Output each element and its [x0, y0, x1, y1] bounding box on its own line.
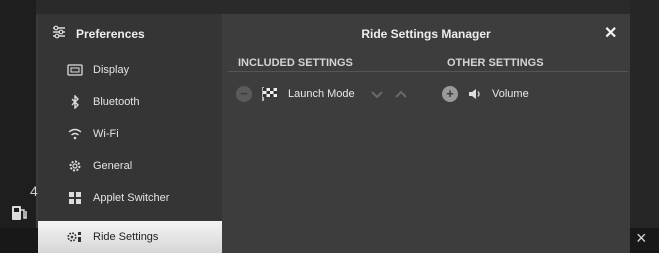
sidebar-item-wifi[interactable]: Wi-Fi	[38, 118, 222, 150]
other-settings-header: OTHER SETTINGS	[447, 57, 544, 69]
included-setting-label: Launch Mode	[288, 88, 355, 100]
sidebar-item-display[interactable]: Display	[38, 54, 222, 86]
sidebar-item-label: General	[93, 160, 133, 172]
move-down-chevron-icon[interactable]	[369, 88, 385, 100]
sidebar-item-applet-switcher[interactable]: Applet Switcher	[38, 182, 222, 214]
header-divider	[228, 71, 628, 72]
included-settings-header: INCLUDED SETTINGS	[238, 57, 353, 69]
sidebar-item-label: Ride Settings	[93, 231, 159, 243]
included-setting-row: − Launch Mode	[236, 84, 409, 104]
close-button[interactable]: ✕	[604, 23, 617, 43]
ride-settings-icon	[66, 229, 84, 245]
bluetooth-icon	[66, 94, 84, 110]
preferences-sliders-icon	[52, 25, 66, 44]
move-up-chevron-icon[interactable]	[393, 88, 409, 100]
sidebar-item-label: Wi-Fi	[93, 128, 119, 140]
background-right-edge	[630, 0, 659, 228]
sidebar-item-general[interactable]: General	[38, 150, 222, 182]
sidebar-header: Preferences	[38, 14, 222, 54]
vehicle-display-screen: 4 × Preferences Display Bluetooth Wi-Fi …	[0, 0, 659, 253]
sidebar-item-label: Bluetooth	[93, 96, 140, 108]
background-top-bar	[0, 0, 659, 14]
preferences-dialog: Preferences Display Bluetooth Wi-Fi Gene…	[38, 14, 630, 253]
other-setting-label: Volume	[492, 88, 529, 100]
applet-switcher-icon	[66, 190, 84, 206]
sidebar-item-ride-settings[interactable]: Ride Settings	[38, 221, 222, 253]
sidebar-item-label: Applet Switcher	[93, 192, 170, 204]
background-close-button[interactable]: ×	[636, 227, 647, 249]
preferences-sidebar: Preferences Display Bluetooth Wi-Fi Gene…	[38, 14, 222, 253]
page-title: Ride Settings Manager	[361, 27, 491, 41]
fuel-pump-icon	[10, 203, 28, 223]
main-header: Ride Settings Manager	[222, 14, 630, 54]
remove-setting-button[interactable]: −	[236, 86, 252, 102]
background-gauge-number: 4	[30, 183, 38, 199]
display-icon	[66, 62, 84, 78]
checkered-flag-icon	[261, 86, 279, 102]
speaker-icon	[468, 88, 482, 100]
wifi-icon	[66, 126, 84, 142]
add-setting-button[interactable]: +	[442, 86, 458, 102]
other-setting-row: + Volume	[442, 84, 529, 104]
sidebar-item-label: Display	[93, 64, 130, 76]
gear-icon	[66, 158, 84, 174]
sidebar-title: Preferences	[76, 27, 145, 41]
sidebar-item-bluetooth[interactable]: Bluetooth	[38, 86, 222, 118]
